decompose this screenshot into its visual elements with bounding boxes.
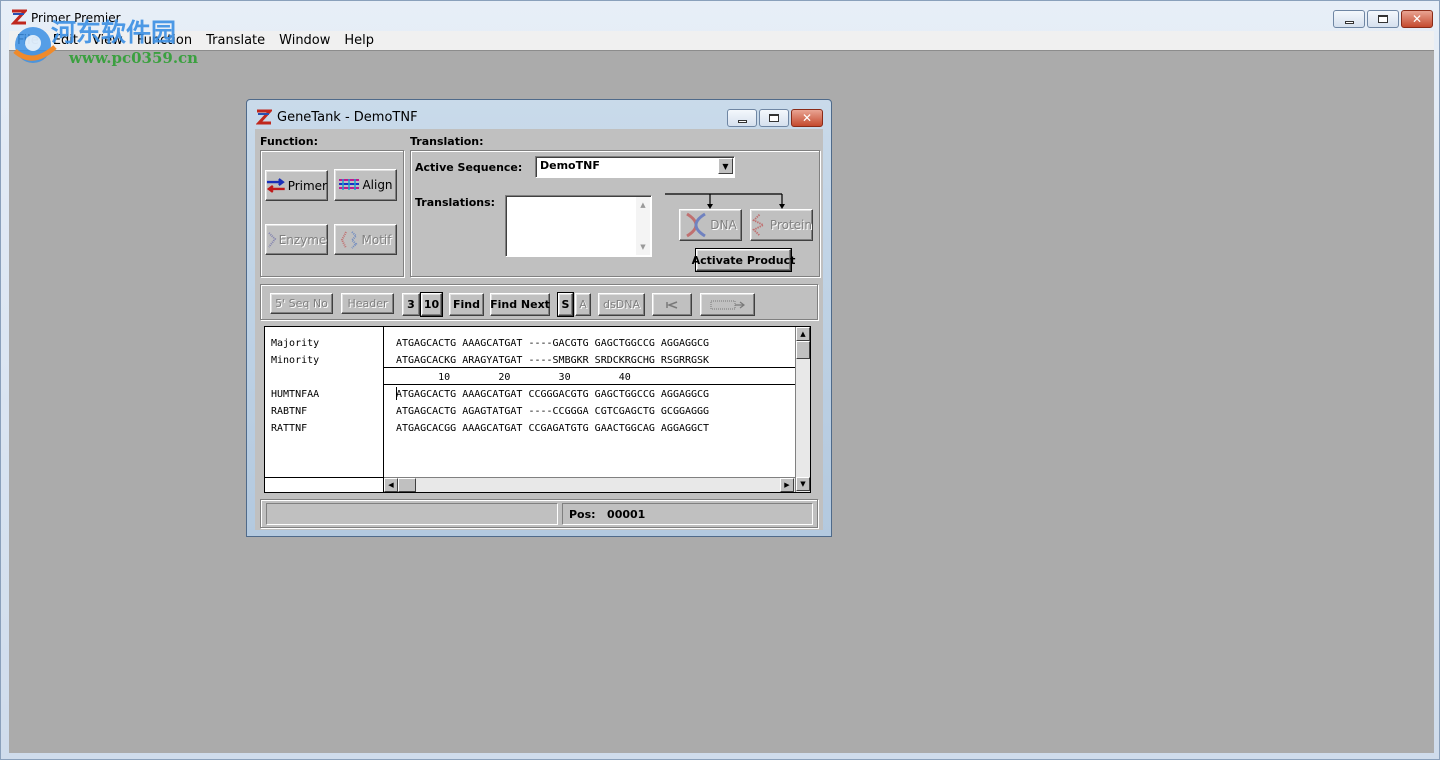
app-window-controls: ✕	[1333, 10, 1433, 28]
watermark-text: 河东软件园	[51, 18, 177, 47]
close-button[interactable]: ✕	[1401, 10, 1433, 28]
align-icon	[339, 179, 360, 190]
sequence-vscrollbar[interactable]: ▲ ▼	[795, 327, 810, 492]
sequence-name: HUMTNFAA	[271, 389, 320, 400]
ten-button[interactable]: 10	[420, 292, 443, 317]
sequence-text: ATGAGCACTG AAAGCATGAT CCGGGACGTG GAGCTGG…	[396, 389, 710, 400]
dna-icon	[686, 212, 707, 238]
primer-icon	[266, 177, 285, 193]
position-ruler: 10 20 30 40	[396, 372, 631, 383]
sequence-view-icon	[710, 300, 745, 309]
enzyme-button[interactable]: Enzyme	[265, 224, 328, 255]
protein-button-label: Protein	[769, 218, 812, 232]
scroll-up-icon[interactable]: ▲	[796, 327, 810, 341]
translations-scrollbar[interactable]: ▲ ▼	[636, 197, 650, 255]
minimize-icon	[1344, 20, 1354, 24]
app-titlebar[interactable]: Primer Premier ✕	[1, 1, 1440, 31]
name-column-divider	[383, 327, 384, 492]
primer-button-label: Primer	[287, 178, 327, 193]
translations-list[interactable]: ▲ ▼	[505, 195, 652, 257]
translations-label: Translations:	[415, 196, 496, 209]
sequence-name: RABTNF	[271, 406, 308, 417]
restore-icon	[1378, 15, 1388, 23]
motif-button[interactable]: Motif	[334, 224, 397, 255]
active-sequence-value: DemoTNF	[540, 159, 600, 172]
seq-no-button[interactable]: 5' Seq No	[270, 293, 333, 314]
dna-button-label: DNA	[710, 218, 737, 232]
motif-button-label: Motif	[361, 232, 392, 247]
dna-button[interactable]: DNA	[679, 209, 742, 241]
primer-marker-button[interactable]	[652, 293, 692, 316]
consensus-name-minority: Minority	[271, 355, 320, 366]
scroll-up-icon[interactable]: ▲	[636, 198, 650, 212]
sequence-name: RATTNF	[271, 423, 308, 434]
app-window: Primer Premier ✕ File Edit View Function…	[0, 0, 1440, 760]
s-button[interactable]: S	[557, 292, 574, 317]
genetank-window: GeneTank - DemoTNF ✕ Function: Primer Al…	[246, 99, 832, 537]
close-icon: ✕	[801, 111, 813, 125]
consensus-seq-minority: ATGAGCACKG ARAGYATGAT ----SMBGKR SRDCKRG…	[396, 355, 710, 366]
function-label: Function:	[260, 135, 318, 148]
menu-help[interactable]: Help	[337, 31, 381, 50]
text-cursor	[396, 387, 397, 400]
genetank-title[interactable]: GeneTank - DemoTNF	[277, 110, 418, 125]
sequence-hscrollbar[interactable]: ◀ ▶	[384, 477, 795, 492]
dsdna-button[interactable]: dsDNA	[598, 293, 645, 316]
translation-label: Translation:	[410, 135, 484, 148]
chevron-down-icon[interactable]: ▼	[718, 158, 733, 174]
protein-button[interactable]: Protein	[750, 209, 813, 241]
restore-button[interactable]	[1367, 10, 1399, 28]
genetank-client: Function: Primer Align Enzyme Motif Tran…	[255, 129, 823, 530]
align-button[interactable]: Align	[334, 169, 397, 201]
menu-window[interactable]: Window	[272, 31, 337, 50]
ruler-divider	[383, 384, 795, 385]
genetank-restore-button[interactable]	[759, 109, 789, 127]
genetank-icon	[256, 109, 272, 125]
find-button[interactable]: Find	[449, 293, 484, 316]
enzyme-icon	[267, 231, 276, 248]
primer-marker-icon	[666, 300, 678, 309]
active-sequence-label: Active Sequence:	[415, 161, 523, 174]
menu-translate[interactable]: Translate	[199, 31, 272, 50]
translation-arrows-icon	[665, 193, 785, 209]
align-button-label: Align	[362, 178, 393, 192]
sequence-display[interactable]: Majority ATGAGCACTG AAAGCATGAT ----GACGT…	[264, 326, 811, 493]
scroll-left-icon[interactable]: ◀	[384, 478, 398, 492]
header-button[interactable]: Header	[341, 293, 394, 314]
sequence-view-button[interactable]	[700, 293, 755, 316]
menubar: File Edit View Function Translate Window…	[9, 31, 1434, 50]
enzyme-button-label: Enzyme	[278, 232, 327, 247]
close-icon: ✕	[1411, 12, 1423, 26]
position-readout: Pos: 00001	[562, 503, 813, 525]
three-button[interactable]: 3	[402, 293, 420, 316]
find-next-button[interactable]: Find Next	[490, 293, 550, 316]
a-button[interactable]: A	[575, 293, 591, 316]
scroll-right-icon[interactable]: ▶	[780, 478, 794, 492]
hscroll-thumb[interactable]	[398, 478, 416, 492]
activate-product-button[interactable]: Activate Product	[692, 248, 795, 272]
watermark-url: www.pc0359.cn	[69, 49, 199, 67]
active-sequence-select[interactable]: DemoTNF ▼	[535, 156, 735, 178]
scroll-down-icon[interactable]: ▼	[636, 240, 650, 254]
minimize-button[interactable]	[1333, 10, 1365, 28]
sequence-text: ATGAGCACGG AAAGCATGAT CCGAGATGTG GAACTGG…	[396, 423, 710, 434]
motif-icon	[340, 230, 357, 249]
consensus-seq-majority: ATGAGCACTG AAAGCATGAT ----GACGTG GAGCTGG…	[396, 338, 710, 349]
primer-button[interactable]: Primer	[265, 170, 328, 201]
genetank-window-controls: ✕	[727, 109, 823, 127]
genetank-minimize-button[interactable]	[727, 109, 757, 127]
protein-icon	[752, 213, 766, 237]
sequence-text: ATGAGCACTG AGAGTATGAT ----CCGGGA CGTCGAG…	[396, 406, 710, 417]
vscroll-thumb[interactable]	[796, 341, 810, 359]
scroll-down-icon[interactable]: ▼	[796, 477, 810, 491]
minimize-icon	[737, 119, 747, 123]
consensus-divider	[383, 367, 795, 368]
status-message	[266, 503, 558, 525]
genetank-close-button[interactable]: ✕	[791, 109, 823, 127]
consensus-name-majority: Majority	[271, 338, 320, 349]
name-column-bottom	[265, 477, 383, 478]
restore-icon	[769, 114, 779, 122]
